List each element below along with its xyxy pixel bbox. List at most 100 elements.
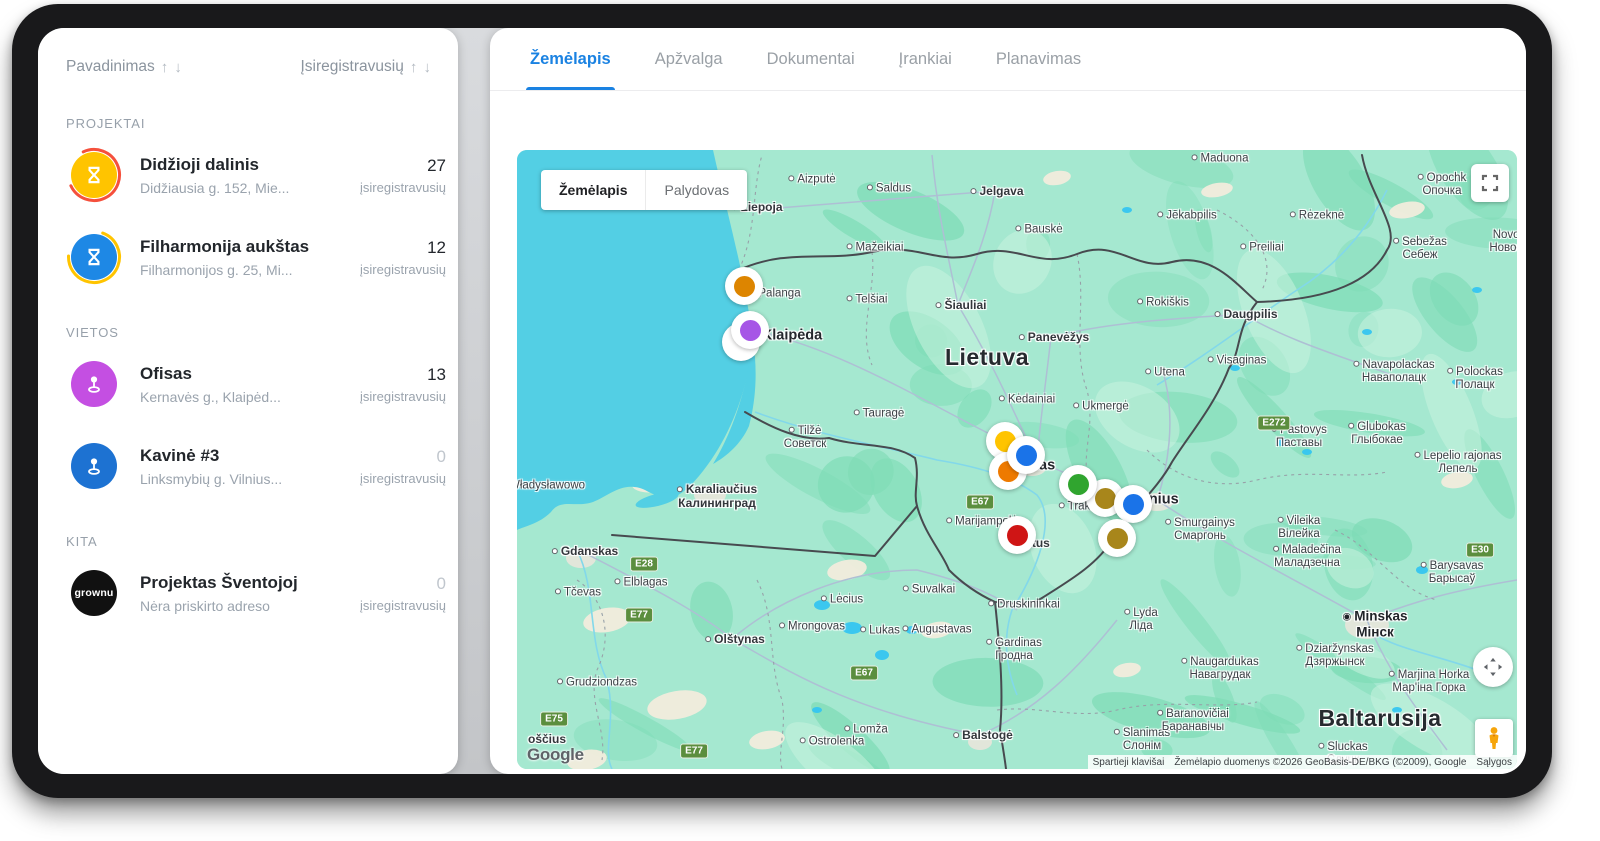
town-dot-icon xyxy=(1393,237,1400,244)
map-label: Ukmergė xyxy=(1073,400,1129,413)
sort-arrows-icon[interactable]: ↑ ↓ xyxy=(161,59,183,76)
town-dot-icon xyxy=(557,678,564,685)
road-badge: E77 xyxy=(625,607,653,623)
map-label: ◉ Minskas Мінск xyxy=(1342,608,1408,639)
pegman-button[interactable] xyxy=(1475,719,1513,757)
map-label: Rėzeknė xyxy=(1289,209,1344,222)
map-marker[interactable] xyxy=(1059,465,1097,503)
count-number: 12 xyxy=(427,237,446,257)
town-dot-icon xyxy=(935,302,942,309)
detail-panel: Žemėlapis Apžvalga Dokumentai Įrankiai P… xyxy=(490,28,1526,774)
map-label: Lepelio rajonas Лепель xyxy=(1414,450,1502,476)
pan-button[interactable] xyxy=(1473,647,1513,687)
count-number: 0 xyxy=(436,446,446,466)
device-frame: Pavadinimas ↑ ↓ Įsiregistravusių ↑ ↓ PRO… xyxy=(12,4,1552,798)
section-label-kita: KITA xyxy=(66,534,98,549)
item-title: Ofisas xyxy=(140,364,192,384)
sort-arrows-icon[interactable]: ↑ ↓ xyxy=(410,59,432,76)
map-type-control[interactable]: Žemėlapis Palydovas xyxy=(541,170,748,210)
fullscreen-icon xyxy=(1481,174,1499,192)
map-label: Telšiai xyxy=(846,293,887,306)
map-label: Naugardukas Навагрудак xyxy=(1181,656,1259,682)
map-label: Maladečina Маладзечна xyxy=(1273,543,1341,569)
item-count: 12 įsiregistravusių xyxy=(328,238,446,277)
town-dot-icon xyxy=(1277,516,1284,523)
item-subtitle: Kernavės g., Klaipėd... xyxy=(140,388,281,405)
town-dot-icon xyxy=(1191,154,1198,161)
town-dot-icon xyxy=(986,638,993,645)
list-panel: Pavadinimas ↑ ↓ Įsiregistravusių ↑ ↓ PRO… xyxy=(38,28,458,774)
screen: Pavadinimas ↑ ↓ Įsiregistravusių ↑ ↓ PRO… xyxy=(38,28,1526,774)
map-label: Preiliai xyxy=(1240,241,1284,254)
map-label: Lyda Ліда xyxy=(1124,607,1158,633)
google-logo: Google xyxy=(527,745,584,764)
count-caption: įsiregistravusių xyxy=(360,388,446,404)
list-item-kavine-3[interactable]: Kavinė #3 Linksmybių g. Vilnius... 0 įsi… xyxy=(38,438,458,494)
map-label: NovosНовосо xyxy=(1489,228,1517,254)
list-item-projektas-sventojoj[interactable]: grownu Projektas Šventojoj Nėra priskirt… xyxy=(38,565,458,621)
list-item-didzioji-dalinis[interactable]: Didžioji dalinis Didžiausia g. 152, Mie.… xyxy=(38,147,458,203)
map-label: Jēkabpilis xyxy=(1157,209,1217,222)
map-marker[interactable] xyxy=(1007,436,1045,474)
town-dot-icon xyxy=(866,184,873,191)
map-marker[interactable] xyxy=(1114,485,1152,523)
map-data-text: Žemėlapio duomenys ©2026 GeoBasis-DE/BKG… xyxy=(1169,755,1472,769)
map-label: Klaipėda xyxy=(761,327,823,344)
google-map[interactable]: Liepoja Aizputė Saldus Jelgava Bauskė Maduona… xyxy=(517,150,1517,769)
keyboard-shortcuts-link[interactable]: Spartieji klavišai xyxy=(1087,755,1170,769)
town-dot-icon xyxy=(1157,211,1164,218)
town-dot-icon xyxy=(788,175,795,182)
map-attribution: Spartieji klavišai Žemėlapio duomenys ©2… xyxy=(1087,755,1517,769)
terms-link[interactable]: Sąlygos xyxy=(1471,755,1517,769)
sort-by-count[interactable]: Įsiregistravusių ↑ ↓ xyxy=(300,58,432,76)
map-label: Sebežas Себеж xyxy=(1393,236,1447,262)
map-label: Baltarusija xyxy=(1318,704,1442,731)
map-label: Opochk Опочка xyxy=(1417,172,1466,198)
tab-zemelapis[interactable]: Žemėlapis xyxy=(526,28,615,90)
map-label: Lietuva xyxy=(944,343,1030,370)
town-dot-icon xyxy=(1214,311,1221,318)
map-marker[interactable] xyxy=(731,311,769,349)
map-label: Elblagas xyxy=(614,576,668,589)
town-dot-icon xyxy=(1318,742,1325,749)
item-title: Filharmonija aukštas xyxy=(140,237,310,257)
town-dot-icon xyxy=(853,409,860,416)
map-label: Karaliaučius Калининград xyxy=(676,482,758,510)
sort-by-name[interactable]: Pavadinimas ↑ ↓ xyxy=(66,58,183,76)
list-item-ofisas[interactable]: Ofisas Kernavės g., Klaipėd... 13 įsireg… xyxy=(38,356,458,412)
town-dot-icon xyxy=(1058,502,1065,509)
map-label: Lukas xyxy=(860,624,900,637)
town-dot-icon xyxy=(1296,644,1303,651)
town-dot-icon xyxy=(1018,334,1025,341)
map-type-map-button[interactable]: Žemėlapis xyxy=(541,182,645,198)
tab-irankiai[interactable]: Įrankiai xyxy=(899,28,952,90)
town-dot-icon xyxy=(1181,657,1188,664)
map-label: Navapolackas Наваполацк xyxy=(1353,359,1435,385)
item-title: Projektas Šventojoj xyxy=(140,573,298,593)
map-marker[interactable] xyxy=(1098,519,1136,557)
map-type-satellite-button[interactable]: Palydovas xyxy=(645,170,747,210)
town-dot-icon xyxy=(551,548,558,555)
hourglass-icon xyxy=(71,234,117,280)
map-label: Dziaržynskas Дзяржынск xyxy=(1296,643,1374,669)
tab-dokumentai[interactable]: Dokumentai xyxy=(767,28,855,90)
tab-planavimas[interactable]: Planavimas xyxy=(996,28,1081,90)
map-label: Saldus xyxy=(866,182,911,195)
town-dot-icon xyxy=(1353,360,1360,367)
town-dot-icon xyxy=(1157,709,1164,716)
road-badge: E75 xyxy=(540,711,568,727)
map-label: Panevėžys xyxy=(1018,330,1089,345)
map-label: Ostrolenka xyxy=(799,735,864,748)
item-title: Didžioji dalinis xyxy=(140,155,260,175)
fullscreen-button[interactable] xyxy=(1471,164,1509,202)
town-dot-icon xyxy=(1417,173,1424,180)
map-marker[interactable] xyxy=(725,267,763,305)
item-text: Filharmonija aukštas Filharmonijos g. 25… xyxy=(140,236,310,278)
map-label: Władysławowo xyxy=(517,479,586,492)
tab-apzvalga[interactable]: Apžvalga xyxy=(655,28,723,90)
list-item-filharmonija[interactable]: Filharmonija aukštas Filharmonijos g. 25… xyxy=(38,229,458,285)
count-number: 27 xyxy=(427,155,446,175)
map-marker[interactable] xyxy=(998,516,1036,554)
town-dot-icon xyxy=(844,725,851,732)
map-label: Baranovičiai Баранавічы xyxy=(1157,708,1229,734)
